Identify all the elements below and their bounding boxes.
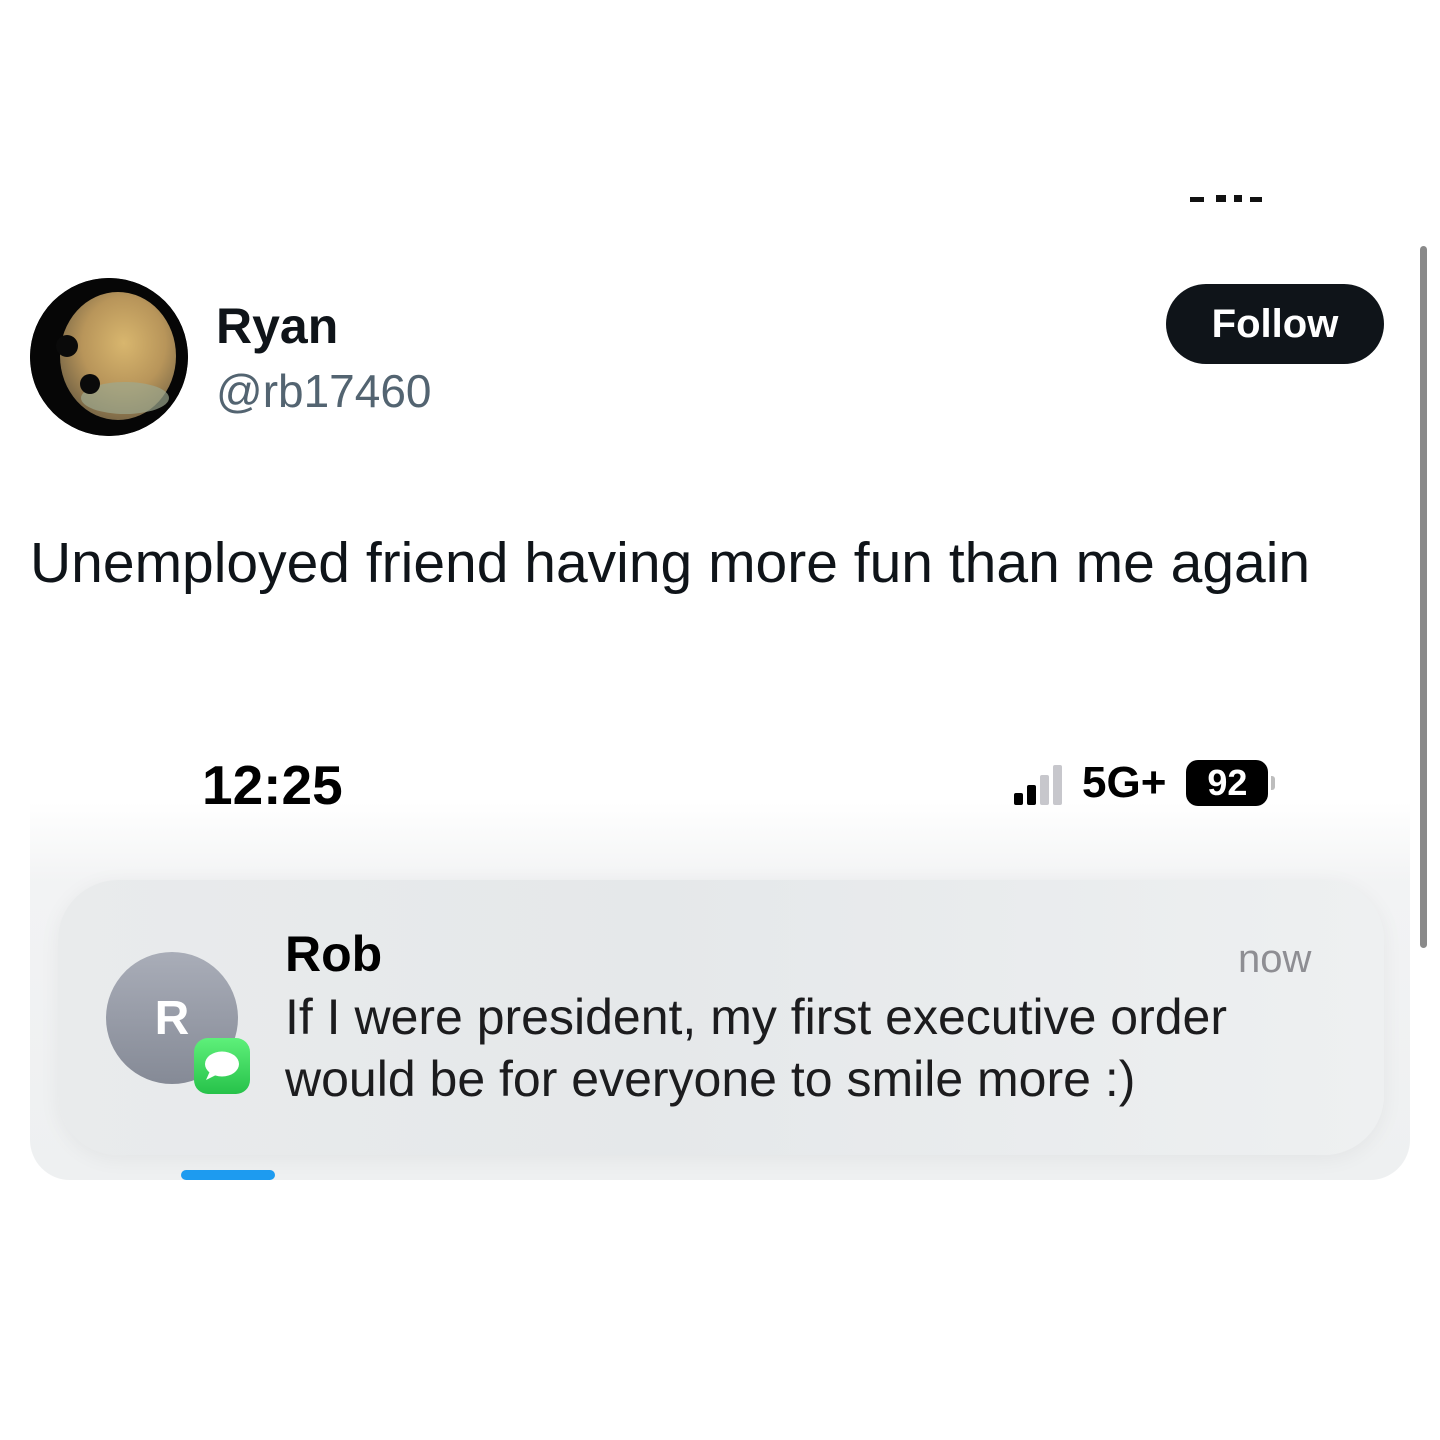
- partial-header-glyph: [1190, 195, 1262, 202]
- notification-message: If I were president, my first executive …: [285, 989, 1228, 1107]
- status-bar-time: 12:25: [202, 754, 343, 816]
- follow-button[interactable]: Follow: [1166, 284, 1384, 364]
- network-type: 5G+: [1082, 758, 1167, 807]
- message-notification[interactable]: R Rob now If I were president, my first …: [58, 880, 1384, 1155]
- tweet-text: Unemployed friend having more fun than m…: [30, 531, 1311, 595]
- profile-photo-icon: [30, 278, 188, 436]
- messages-icon: [194, 1038, 250, 1094]
- avatar[interactable]: [30, 278, 188, 436]
- cellular-signal-icon: [1014, 761, 1062, 805]
- attached-screenshot[interactable]: 12:25 5G+ 92 R Rob now If I were preside…: [30, 730, 1410, 1180]
- notification-sender: Rob: [285, 926, 383, 982]
- blue-indicator-bar: [181, 1170, 275, 1180]
- scrollbar[interactable]: [1420, 246, 1427, 948]
- author-display-name[interactable]: Ryan: [216, 296, 338, 356]
- author-handle[interactable]: @rb17460: [216, 362, 432, 420]
- notification-time: now: [1238, 937, 1312, 981]
- status-bar-indicators: 5G+ 92: [1014, 758, 1276, 808]
- battery-tip: [1271, 776, 1276, 790]
- battery-icon: 92: [1186, 760, 1269, 806]
